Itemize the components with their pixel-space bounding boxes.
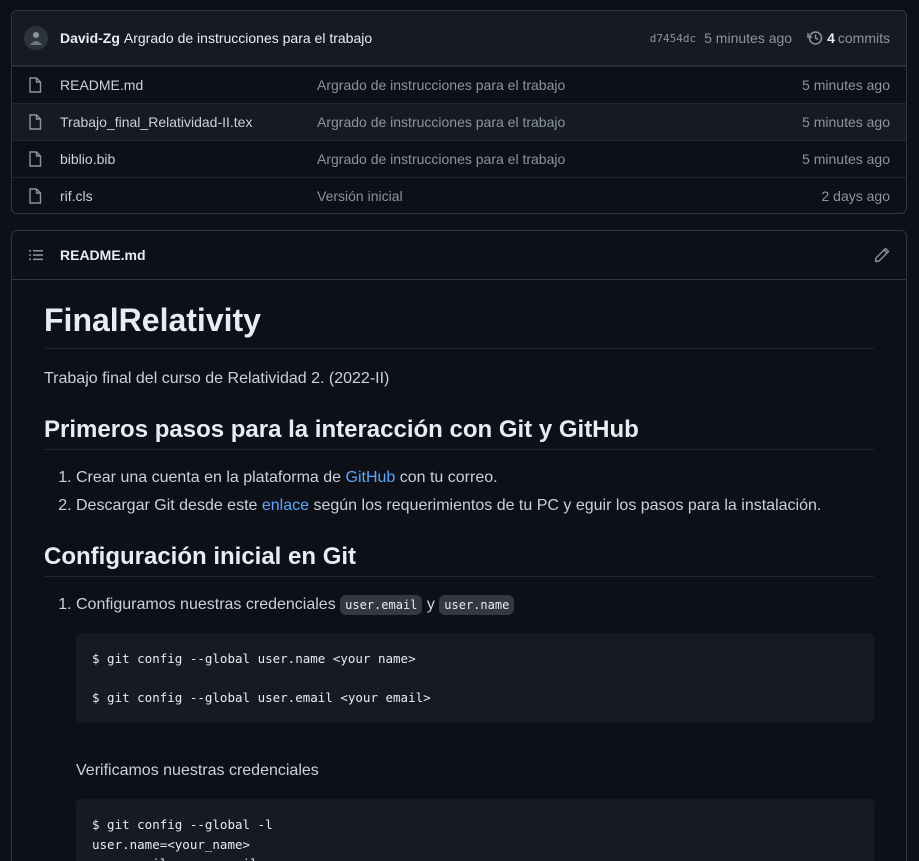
- readme-filename[interactable]: README.md: [60, 247, 146, 263]
- section-heading: Primeros pasos para la interacción con G…: [44, 415, 874, 450]
- commit-count: 4: [827, 30, 835, 46]
- readme-panel: README.md FinalRelativity Trabajo final …: [11, 230, 907, 861]
- code-block[interactable]: $ git config --global -l user.name=<your…: [76, 799, 874, 861]
- github-link[interactable]: GitHub: [346, 469, 396, 486]
- readme-header: README.md: [12, 231, 906, 280]
- list-item-text: según los requerimientos de tu PC y egui…: [309, 497, 822, 514]
- verify-text: Verificamos nuestras credenciales: [76, 762, 319, 780]
- author-avatar[interactable]: [24, 26, 48, 50]
- list-item: Crear una cuenta en la plataforma de Git…: [76, 466, 874, 490]
- file-icon: [28, 151, 44, 167]
- inline-code: user.name: [439, 595, 515, 615]
- commit-message[interactable]: Argrado de instrucciones para el trabajo: [124, 30, 372, 46]
- list-item: Descargar Git desde este enlace según lo…: [76, 494, 874, 518]
- section-heading: Configuración inicial en Git: [44, 542, 874, 577]
- commit-time: 5 minutes ago: [704, 30, 793, 46]
- list-item-text: Crear una cuenta en la plataforma de: [76, 469, 346, 486]
- file-icon: [28, 77, 44, 93]
- file-name[interactable]: Trabajo_final_Relatividad-II.tex: [60, 114, 317, 130]
- file-row[interactable]: biblio.bib Argrado de instrucciones para…: [12, 140, 906, 177]
- file-commit-message[interactable]: Argrado de instrucciones para el trabajo: [317, 151, 802, 167]
- enlace-link[interactable]: enlace: [262, 497, 309, 514]
- file-icon: [28, 188, 44, 204]
- readme-intro: Trabajo final del curso de Relatividad 2…: [44, 370, 390, 387]
- commit-sha[interactable]: d7454dc: [650, 32, 696, 45]
- file-commit-message[interactable]: Versión inicial: [317, 188, 822, 204]
- commits-link[interactable]: 4 commits: [807, 30, 890, 46]
- file-name[interactable]: rif.cls: [60, 188, 317, 204]
- file-time: 5 minutes ago: [802, 77, 890, 93]
- commit-author[interactable]: David-Zg: [60, 30, 120, 46]
- file-row[interactable]: rif.cls Versión inicial 2 days ago: [12, 177, 906, 214]
- outline-list-icon[interactable]: [28, 247, 44, 263]
- file-time: 5 minutes ago: [802, 114, 890, 130]
- file-commit-message[interactable]: Argrado de instrucciones para el trabajo: [317, 77, 802, 93]
- list-item-body: $ git config --global user.name <your na…: [76, 633, 874, 861]
- list-item-text: y: [422, 596, 440, 613]
- file-row[interactable]: README.md Argrado de instrucciones para …: [12, 66, 906, 103]
- list-item-text: Descargar Git desde este: [76, 497, 262, 514]
- edit-pencil-icon[interactable]: [874, 247, 890, 263]
- list-item: Configuramos nuestras credenciales user.…: [76, 593, 874, 617]
- commits-label: commits: [837, 30, 890, 46]
- steps-list: Crear una cuenta en la plataforma de Git…: [44, 466, 874, 518]
- file-time: 5 minutes ago: [802, 151, 890, 167]
- file-icon: [28, 114, 44, 130]
- file-time: 2 days ago: [821, 188, 891, 204]
- inline-code: user.email: [340, 595, 423, 615]
- readme-title: FinalRelativity: [44, 300, 874, 349]
- code-block[interactable]: $ git config --global user.name <your na…: [76, 633, 874, 724]
- readme-content: FinalRelativity Trabajo final del curso …: [12, 280, 906, 861]
- config-list: Configuramos nuestras credenciales user.…: [44, 593, 874, 617]
- file-name[interactable]: README.md: [60, 77, 317, 93]
- latest-commit-bar: David-Zg Argrado de instrucciones para e…: [12, 11, 906, 66]
- history-icon: [807, 31, 823, 45]
- file-row[interactable]: Trabajo_final_Relatividad-II.tex Argrado…: [12, 103, 906, 140]
- file-commit-message[interactable]: Argrado de instrucciones para el trabajo: [317, 114, 802, 130]
- list-item-text: Configuramos nuestras credenciales: [76, 596, 341, 613]
- file-browser: David-Zg Argrado de instrucciones para e…: [11, 10, 907, 214]
- file-name[interactable]: biblio.bib: [60, 151, 317, 167]
- list-item-text: con tu correo.: [395, 469, 498, 486]
